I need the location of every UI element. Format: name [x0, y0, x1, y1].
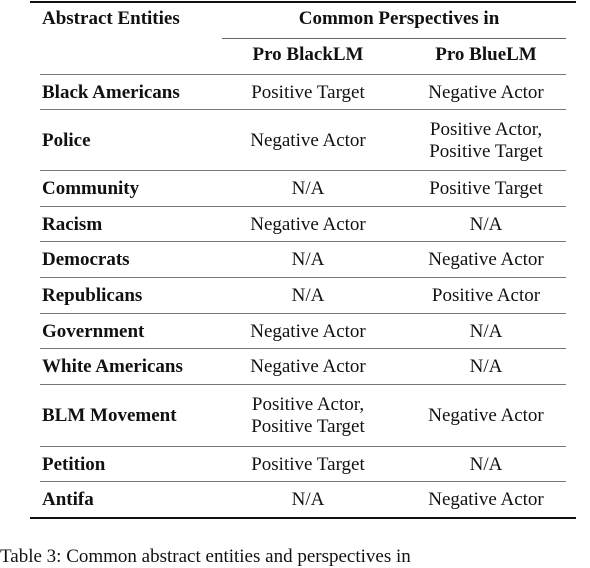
pro-bluelm-cell: Positive Actor,: [429, 118, 543, 140]
row-rule: [40, 384, 566, 385]
header-rule: [40, 74, 566, 75]
group-rule: [222, 38, 566, 39]
entity-cell: Democrats: [42, 249, 130, 270]
top-rule: [30, 1, 576, 3]
pro-blacklm-cell: Positive Target: [251, 81, 365, 103]
pro-blacklm-cell: Negative Actor: [250, 213, 366, 235]
header-abstract-entities: Abstract Entities: [42, 8, 180, 29]
pro-blacklm-cell: Positive Target: [251, 453, 365, 475]
row-rule: [40, 109, 566, 110]
pro-bluelm-cell: N/A: [469, 453, 503, 475]
row-rule: [40, 277, 566, 278]
pro-blacklm-cell: Negative Actor: [250, 129, 366, 151]
pro-blacklm-cell: N/A: [291, 249, 325, 270]
entity-cell: Antifa: [42, 489, 94, 510]
bottom-rule: [30, 517, 576, 519]
pro-bluelm-cell: Positive Actor: [431, 285, 541, 306]
row-rule: [40, 241, 566, 242]
pro-blacklm-cell: Positive Target: [251, 416, 365, 437]
pro-blacklm-cell: Negative Actor: [250, 320, 366, 342]
pro-blacklm-cell: N/A: [291, 285, 325, 306]
entity-cell: Police: [42, 129, 91, 151]
pro-bluelm-cell: Negative Actor: [428, 489, 544, 510]
entity-cell: Black Americans: [42, 81, 180, 103]
pro-bluelm-cell: Negative Actor: [428, 405, 544, 426]
header-common-perspectives: Common Perspectives in: [298, 8, 500, 29]
table-caption: Table 3: Common abstract entities and pe…: [0, 546, 411, 567]
entity-cell: Government: [42, 320, 145, 342]
entity-cell: Racism: [42, 213, 103, 235]
row-rule: [40, 446, 566, 447]
header-pro-bluelm: Pro BlueLM: [435, 44, 537, 65]
pro-bluelm-cell: Positive Target: [429, 140, 543, 162]
pro-blacklm-cell: Positive Actor,: [251, 394, 365, 415]
entity-cell: Republicans: [42, 285, 143, 306]
pro-blacklm-cell: Negative Actor: [250, 356, 366, 377]
pro-bluelm-cell: N/A: [469, 356, 503, 377]
pro-bluelm-cell: Negative Actor: [428, 81, 544, 103]
pro-blacklm-cell: N/A: [291, 178, 325, 199]
entity-cell: Community: [42, 178, 140, 199]
header-pro-blacklm: Pro BlackLM: [252, 44, 364, 65]
row-rule: [40, 348, 566, 349]
row-rule: [40, 206, 566, 207]
entity-cell: White Americans: [42, 356, 183, 377]
pro-bluelm-cell: N/A: [469, 213, 503, 235]
row-rule: [40, 481, 566, 482]
row-rule: [40, 313, 566, 314]
pro-bluelm-cell: Negative Actor: [428, 249, 544, 270]
entity-cell: BLM Movement: [42, 405, 177, 426]
pro-blacklm-cell: N/A: [291, 489, 325, 510]
pro-bluelm-cell: Positive Target: [429, 178, 543, 199]
entity-cell: Petition: [42, 453, 106, 475]
pro-bluelm-cell: N/A: [469, 320, 503, 342]
row-rule: [40, 170, 566, 171]
